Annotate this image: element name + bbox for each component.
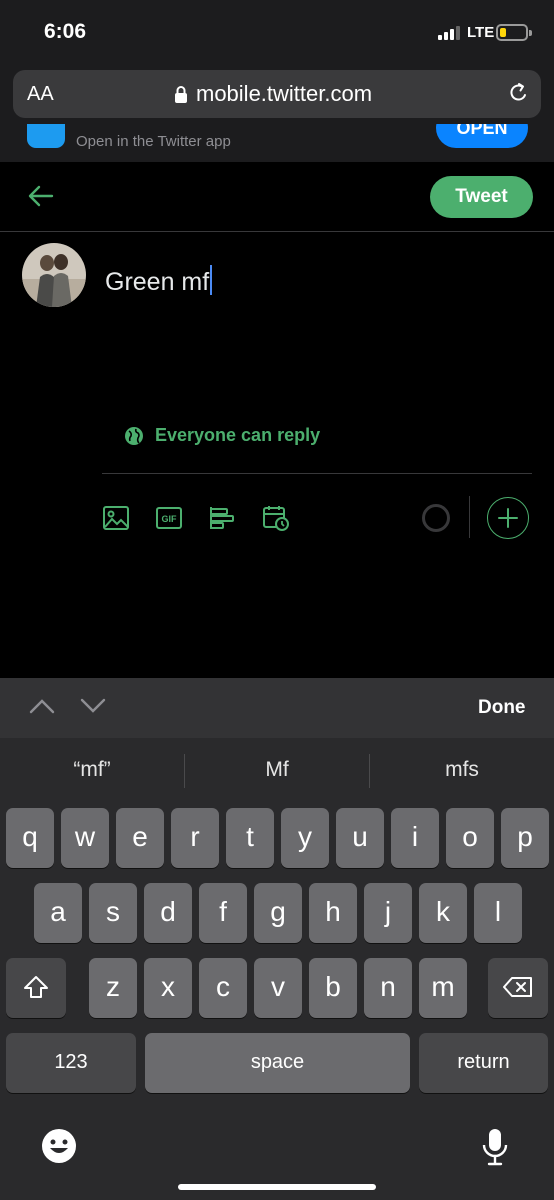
key-y[interactable]: y: [281, 808, 329, 868]
compose-header: Tweet: [0, 162, 554, 232]
text-size-button[interactable]: AA: [27, 83, 54, 106]
backspace-icon: [503, 977, 532, 997]
key-x[interactable]: x: [144, 958, 192, 1018]
key-h[interactable]: h: [309, 883, 357, 943]
status-bar: 6:06 LTE: [0, 0, 554, 64]
keyboard-accessory-bar: Done: [0, 678, 554, 738]
microphone-icon[interactable]: [480, 1127, 510, 1167]
home-indicator: [178, 1184, 376, 1190]
tweet-draft-text: Green mf: [105, 268, 210, 296]
shift-icon: [24, 976, 48, 998]
key-l[interactable]: l: [474, 883, 522, 943]
key-p[interactable]: p: [501, 808, 549, 868]
globe-icon: [125, 426, 143, 445]
tweet-button[interactable]: Tweet: [430, 176, 533, 218]
key-k[interactable]: k: [419, 883, 467, 943]
key-m[interactable]: m: [419, 958, 467, 1018]
cellular-signal-icon: [438, 25, 460, 40]
address-bar[interactable]: AA mobile.twitter.com: [13, 70, 541, 118]
open-app-button[interactable]: OPEN: [436, 124, 528, 148]
key-a[interactable]: a: [34, 883, 82, 943]
text-caret: [210, 265, 213, 295]
battery-icon: [496, 24, 532, 41]
key-c[interactable]: c: [199, 958, 247, 1018]
key-t[interactable]: t: [226, 808, 274, 868]
key-e[interactable]: e: [116, 808, 164, 868]
reply-setting-label: Everyone can reply: [155, 425, 321, 445]
app-banner: Open in the Twitter app OPEN: [0, 124, 554, 162]
shift-key[interactable]: [6, 958, 66, 1018]
add-tweet-button[interactable]: [487, 497, 529, 539]
avatar[interactable]: [22, 243, 86, 307]
divider: [102, 473, 532, 474]
suggestion-1[interactable]: “mf”: [0, 758, 184, 782]
space-key[interactable]: space: [145, 1033, 410, 1093]
key-n[interactable]: n: [364, 958, 412, 1018]
key-s[interactable]: s: [89, 883, 137, 943]
gif-label: GIF: [162, 514, 178, 524]
reply-setting-button[interactable]: Everyone can reply: [124, 425, 320, 446]
back-arrow-icon[interactable]: [27, 184, 55, 208]
key-v[interactable]: v: [254, 958, 302, 1018]
reload-icon[interactable]: [507, 82, 529, 106]
key-j[interactable]: j: [364, 883, 412, 943]
toolbar-separator: [469, 496, 470, 538]
plus-icon: [498, 508, 518, 528]
gif-icon[interactable]: GIF: [155, 504, 183, 532]
key-q[interactable]: q: [6, 808, 54, 868]
lock-icon: [175, 86, 187, 103]
backspace-key[interactable]: [488, 958, 548, 1018]
chevron-up-icon[interactable]: [29, 696, 55, 716]
key-i[interactable]: i: [391, 808, 439, 868]
key-z[interactable]: z: [89, 958, 137, 1018]
emoji-icon[interactable]: [40, 1127, 78, 1165]
chevron-down-icon[interactable]: [80, 696, 106, 716]
key-g[interactable]: g: [254, 883, 302, 943]
image-icon[interactable]: [102, 504, 130, 532]
suggestion-3[interactable]: mfs: [370, 758, 554, 782]
key-w[interactable]: w: [61, 808, 109, 868]
status-time: 6:06: [44, 20, 87, 43]
url-text: mobile.twitter.com: [196, 81, 373, 106]
done-button[interactable]: Done: [478, 697, 526, 719]
numbers-key[interactable]: 123: [6, 1033, 136, 1093]
return-key[interactable]: return: [419, 1033, 548, 1093]
key-u[interactable]: u: [336, 808, 384, 868]
twitter-app-icon: [27, 124, 65, 148]
key-b[interactable]: b: [309, 958, 357, 1018]
tweet-text-input[interactable]: Green mf: [105, 265, 213, 297]
poll-icon[interactable]: [208, 504, 236, 532]
schedule-icon[interactable]: [262, 504, 290, 532]
keyboard: “mf” Mf mfs q w e r t y u i o p a s d f …: [0, 738, 554, 1200]
key-o[interactable]: o: [446, 808, 494, 868]
character-count-ring: [422, 504, 450, 532]
network-type: LTE: [467, 24, 495, 41]
browser-toolbar: AA mobile.twitter.com: [0, 64, 554, 124]
app-banner-text: Open in the Twitter app: [76, 133, 231, 150]
key-r[interactable]: r: [171, 808, 219, 868]
suggestion-2[interactable]: Mf: [185, 758, 369, 782]
key-d[interactable]: d: [144, 883, 192, 943]
key-f[interactable]: f: [199, 883, 247, 943]
